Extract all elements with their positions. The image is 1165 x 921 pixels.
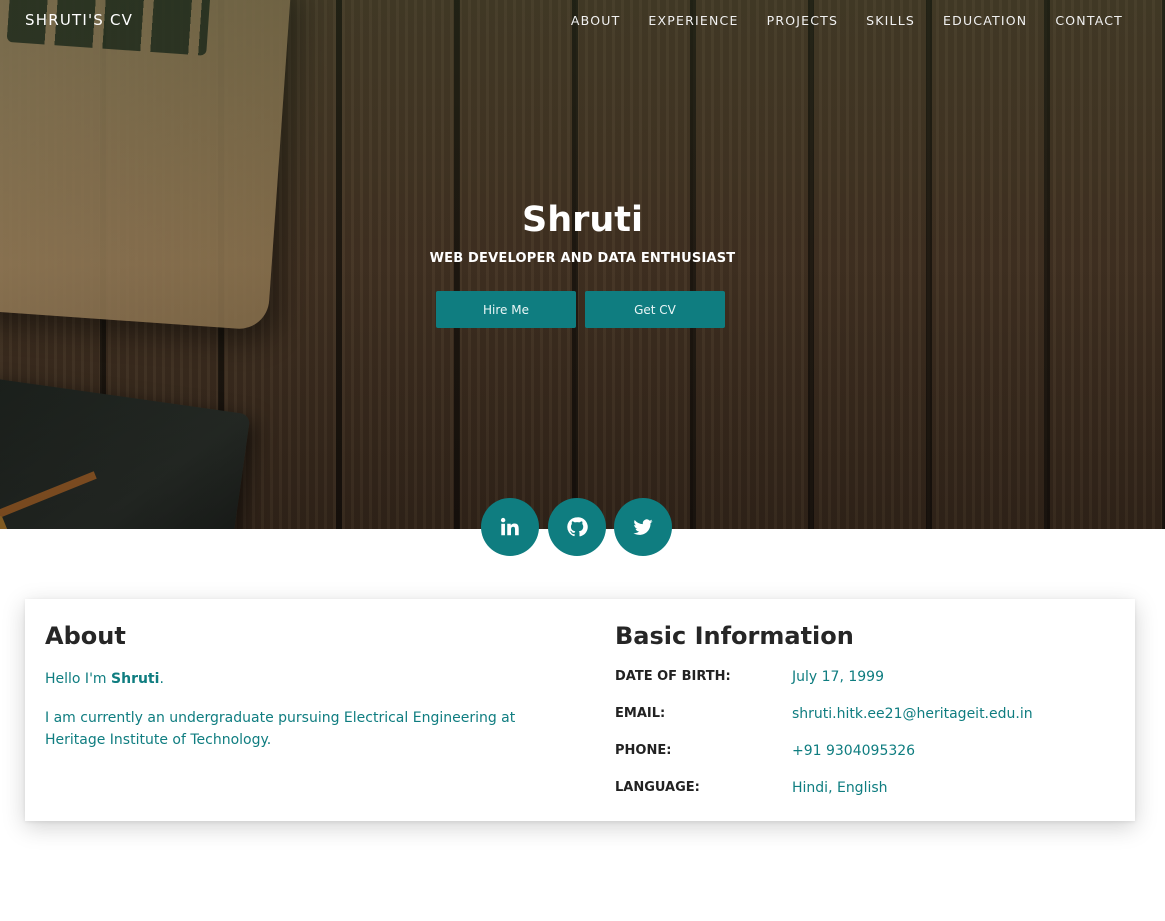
hero-section: SHRUTI'S CV ABOUT EXPERIENCE PROJECTS SK… [0,0,1165,529]
nav-links: ABOUT EXPERIENCE PROJECTS SKILLS EDUCATI… [543,13,1123,28]
github-icon [567,517,588,537]
linkedin-button[interactable] [481,498,539,556]
twitter-button[interactable] [614,498,672,556]
info-row-dob: DATE OF BIRTH: July 17, 1999 [615,669,1115,689]
navbar: SHRUTI'S CV ABOUT EXPERIENCE PROJECTS SK… [0,0,1165,42]
nav-link-projects[interactable]: PROJECTS [767,13,839,28]
github-button[interactable] [548,498,606,556]
info-label: LANGUAGE: [615,780,700,795]
about-greeting: Hello I'm Shruti. [45,671,164,687]
info-value: Hindi, English [792,780,888,796]
email-link[interactable]: shruti.hitk.ee21@heritageit.edu.in [792,706,1033,722]
nav-link-experience[interactable]: EXPERIENCE [648,13,738,28]
get-cv-button[interactable]: Get CV [585,291,725,328]
info-value: July 17, 1999 [792,669,884,685]
linkedin-icon [500,517,519,536]
info-label: PHONE: [615,743,672,758]
nav-link-contact[interactable]: CONTACT [1055,13,1123,28]
about-heading: About [45,622,126,650]
hero-subtitle: WEB DEVELOPER AND DATA ENTHUSIAST [429,251,736,266]
nav-link-education[interactable]: EDUCATION [943,13,1027,28]
hire-me-button[interactable]: Hire Me [436,291,576,328]
twitter-icon [633,519,653,535]
about-name: Shruti [111,671,160,687]
info-row-phone: PHONE: +91 9304095326 [615,743,1115,763]
basic-info-heading: Basic Information [615,622,854,650]
about-card: About Hello I'm Shruti. I am currently a… [25,599,1135,821]
hero-name: Shruti [521,200,644,240]
info-label: DATE OF BIRTH: [615,669,731,684]
nav-link-about[interactable]: ABOUT [571,13,621,28]
info-row-language: LANGUAGE: Hindi, English [615,780,1115,800]
info-row-email: EMAIL: shruti.hitk.ee21@heritageit.edu.i… [615,706,1115,726]
about-description: I am currently an undergraduate pursuing… [45,710,516,748]
phone-link[interactable]: +91 9304095326 [792,743,915,759]
info-label: EMAIL: [615,706,666,721]
brand-logo[interactable]: SHRUTI'S CV [25,11,133,29]
nav-link-skills[interactable]: SKILLS [866,13,915,28]
